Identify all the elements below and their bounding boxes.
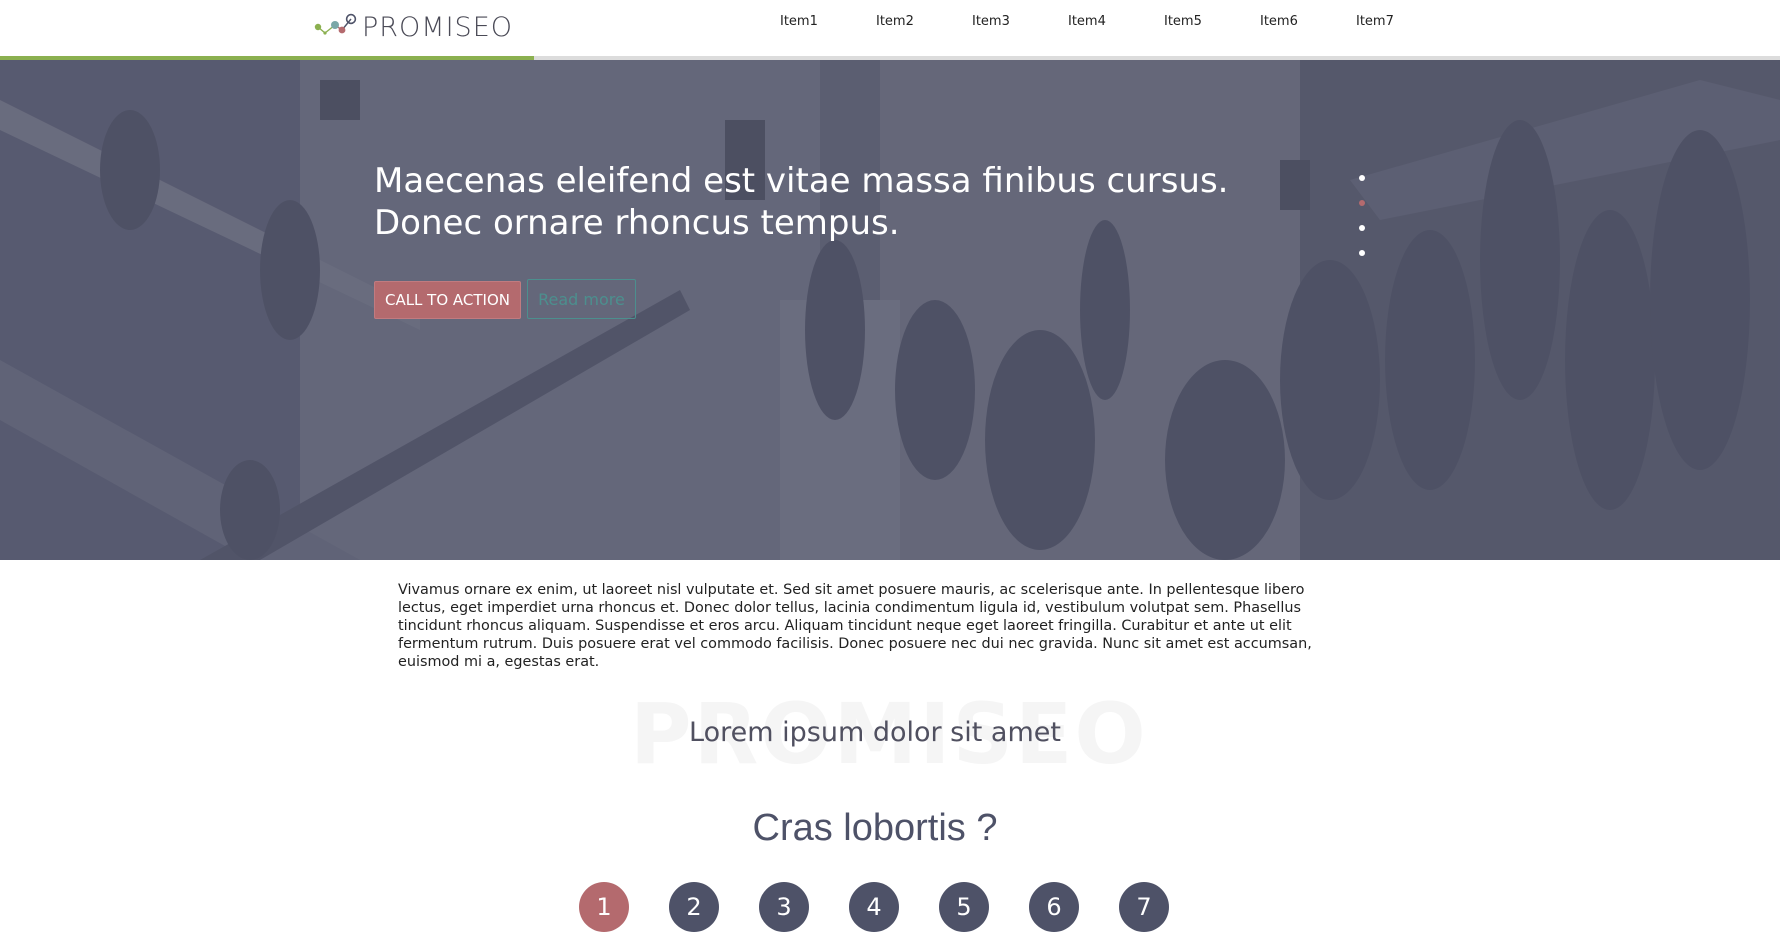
hero-overlay (0, 60, 1780, 560)
slider-dots (1357, 175, 1369, 265)
slider-dot-4[interactable] (1359, 250, 1365, 256)
section-title: Lorem ipsum dolor sit amet (689, 717, 1061, 748)
nav-item-1[interactable]: Item1 (780, 14, 818, 29)
nav-item-6[interactable]: Item6 (1260, 14, 1298, 29)
hero-title-line-2: Donec ornare rhoncus tempus. (374, 203, 900, 243)
step-button-3[interactable]: 3 (759, 882, 809, 932)
step-button-2[interactable]: 2 (669, 882, 719, 932)
nav-item-4[interactable]: Item4 (1068, 14, 1106, 29)
intro-paragraph: Vivamus ornare ex enim, ut laoreet nisl … (398, 582, 1312, 670)
nav-item-5[interactable]: Item5 (1164, 14, 1202, 29)
slider-dot-2[interactable] (1359, 200, 1365, 206)
logo-link[interactable]: PROMISEO (312, 11, 514, 43)
nav-item-2[interactable]: Item2 (876, 14, 914, 29)
quiz-question: Cras lobortis ? (752, 807, 998, 849)
step-button-4[interactable]: 4 (849, 882, 899, 932)
step-button-1[interactable]: 1 (579, 882, 629, 932)
hero-banner: Maecenas eleifend est vitae massa finibu… (0, 60, 1780, 560)
slider-dot-1[interactable] (1359, 175, 1365, 181)
logo-wordmark: PROMISEO (362, 11, 514, 43)
call-to-action-button[interactable]: CALL TO ACTION (374, 281, 521, 319)
read-more-button[interactable]: Read more (527, 279, 636, 319)
step-button-6[interactable]: 6 (1029, 882, 1079, 932)
step-button-7[interactable]: 7 (1119, 882, 1169, 932)
hero-title-line-1: Maecenas eleifend est vitae massa finibu… (374, 161, 1229, 201)
site-header: PROMISEO Item1 Item2 Item3 Item4 Item5 I… (0, 0, 1780, 60)
step-selector: 1234567 (0, 882, 1780, 932)
nav-item-7[interactable]: Item7 (1356, 14, 1394, 29)
step-button-5[interactable]: 5 (939, 882, 989, 932)
slider-dot-3[interactable] (1359, 225, 1365, 231)
hero-title: Maecenas eleifend est vitae massa finibu… (374, 160, 1334, 244)
logo-graph-icon (314, 13, 357, 35)
nav-item-3[interactable]: Item3 (972, 14, 1010, 29)
